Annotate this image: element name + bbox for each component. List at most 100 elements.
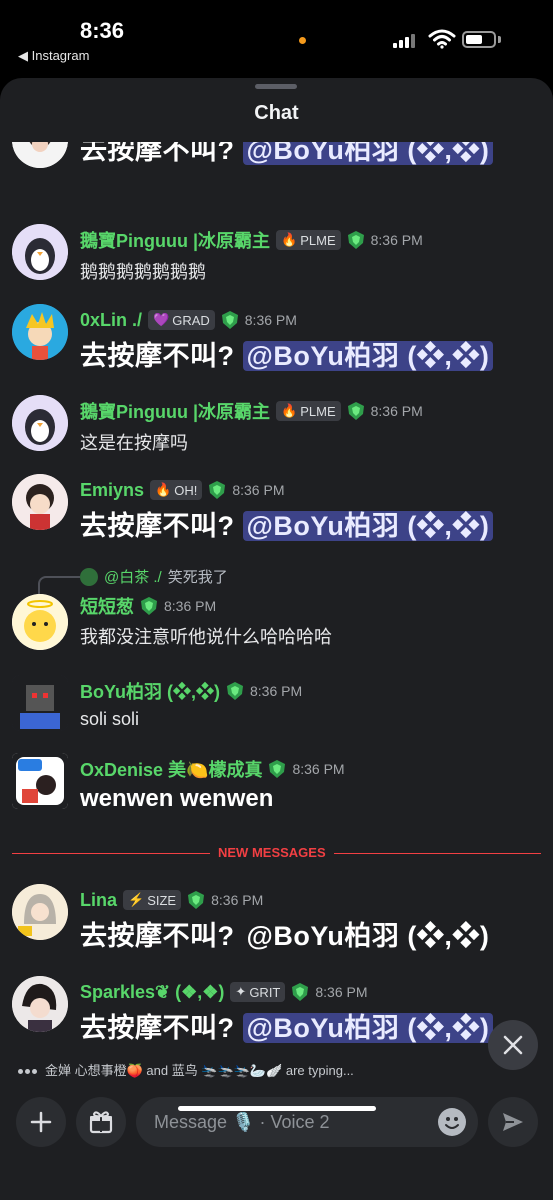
username[interactable]: BoYu柏羽 (❖,❖)	[80, 678, 220, 704]
timestamp: 8:36 PM	[211, 892, 264, 908]
message-header: 鵝寶Pinguuu |冰原霸主 🔥 PLME 8:36 PM	[80, 399, 423, 423]
guild-tag[interactable]: 🔥 PLME	[276, 230, 341, 250]
reply-preview[interactable]: @白茶 ./ 笑死我了	[80, 566, 228, 587]
user-mention[interactable]: @BoYu柏羽 (❖,❖)	[243, 921, 494, 951]
gift-button[interactable]	[76, 1097, 126, 1147]
message-header: OxDenise 美🍋檬成真 8:36 PM	[80, 757, 345, 781]
timestamp: 8:36 PM	[244, 312, 297, 328]
add-attachment-button[interactable]	[16, 1097, 66, 1147]
message-header: 短短葱 8:36 PM	[80, 594, 216, 618]
tag-label: PLME	[300, 232, 336, 248]
privacy-indicator-dot	[299, 37, 306, 44]
message-header: 鵝寶Pinguuu |冰原霸主 🔥 PLME 8:36 PM	[80, 228, 423, 252]
username[interactable]: 鵝寶Pinguuu |冰原霸主	[80, 227, 270, 253]
plus-icon	[30, 1111, 52, 1133]
avatar[interactable]	[12, 224, 68, 280]
cellular-signal-icon	[393, 32, 421, 48]
message-item[interactable]: Sparkles❦ (❖,❖) ✦ GRIT 8:36 PM 去按摩不叫? @Bo…	[0, 976, 553, 1048]
message-text: 这是在按摩吗	[80, 433, 188, 453]
back-to-app-link[interactable]: ◀ Instagram	[18, 48, 89, 64]
username[interactable]: Emiyns	[80, 480, 144, 501]
username[interactable]: OxDenise 美🍋檬成真	[80, 756, 262, 782]
user-mention[interactable]: @BoYu柏羽 (❖,❖)	[242, 341, 494, 371]
send-icon	[503, 1113, 523, 1131]
message-placeholder: Message 🎙️ · Voice 2	[154, 1111, 330, 1132]
close-icon	[503, 1035, 523, 1055]
message-text: 去按摩不叫? @BoYu柏羽 (❖,❖)	[80, 1006, 494, 1045]
guild-tag[interactable]: ✦ GRIT	[230, 982, 286, 1002]
username[interactable]: Lina	[80, 890, 117, 911]
avatar[interactable]	[12, 474, 68, 530]
typing-dots-icon	[18, 1062, 39, 1077]
message-header: BoYu柏羽 (❖,❖) 8:36 PM	[80, 679, 302, 703]
avatar[interactable]	[12, 594, 68, 650]
emoji-button[interactable]	[438, 1108, 466, 1136]
message-item[interactable]: 0xLin ./ 💜 GRAD 8:36 PM 去按摩不叫? @BoYu柏羽 (❖…	[0, 304, 553, 376]
avatar[interactable]	[12, 304, 68, 360]
timestamp: 8:36 PM	[292, 761, 345, 777]
reply-text: 笑死我了	[167, 569, 228, 586]
avatar[interactable]	[12, 395, 68, 451]
tag-icon: 🔥	[155, 482, 172, 497]
message-item[interactable]: 鵝寶Pinguuu |冰原霸主 🔥 PLME 8:36 PM 鹅鹅鹅鹅鹅鹅鹅	[0, 224, 553, 288]
timestamp: 8:36 PM	[315, 984, 368, 1000]
sheet-grabber[interactable]	[255, 84, 297, 89]
username[interactable]: 0xLin ./	[80, 310, 142, 331]
badge-shield-icon	[209, 481, 226, 499]
badge-shield-icon	[347, 231, 364, 249]
username[interactable]: 鵝寶Pinguuu |冰原霸主	[80, 398, 270, 424]
message-header: 0xLin ./ 💜 GRAD 8:36 PM	[80, 308, 297, 332]
badge-shield-icon	[141, 597, 157, 615]
timestamp: 8:36 PM	[164, 598, 217, 614]
guild-tag[interactable]: 🔥 OH!	[150, 480, 203, 500]
guild-tag[interactable]: ⚡ SIZE	[123, 890, 182, 910]
new-messages-label: NEW MESSAGES	[210, 845, 334, 860]
message-item[interactable]: 去按摩不叫? @BoYu柏羽 (❖,❖)	[0, 142, 553, 182]
chat-sheet: Chat 去按摩不叫? @BoYu柏羽 (❖,❖) 鵝寶Pinguuu |冰原霸…	[0, 78, 553, 1200]
avatar[interactable]	[12, 753, 68, 809]
home-indicator[interactable]	[178, 1106, 376, 1111]
avatar[interactable]	[12, 884, 68, 940]
message-item[interactable]: Emiyns 🔥 OH! 8:36 PM 去按摩不叫? @BoYu柏羽 (❖,❖)	[0, 474, 553, 546]
message-input[interactable]: Message 🎙️ · Voice 2	[136, 1097, 478, 1147]
timestamp: 8:36 PM	[370, 232, 423, 248]
message-list[interactable]: 去按摩不叫? @BoYu柏羽 (❖,❖) 鵝寶Pinguuu |冰原霸主 🔥 PL…	[0, 142, 553, 1062]
message-item[interactable]: BoYu柏羽 (❖,❖) 8:36 PM soli soli	[0, 675, 553, 739]
battery-icon	[462, 31, 496, 48]
tag-label: GRAD	[172, 312, 210, 328]
badge-shield-icon	[227, 682, 243, 700]
message-item[interactable]: @白茶 ./ 笑死我了 短短葱 8:36 PM 我都没注意听他说什么哈哈哈哈	[0, 562, 553, 652]
username[interactable]: Sparkles❦ (❖,❖)	[80, 982, 224, 1003]
timestamp: 8:36 PM	[250, 683, 303, 699]
guild-tag[interactable]: 🔥 PLME	[276, 401, 341, 421]
message-item[interactable]: OxDenise 美🍋檬成真 8:36 PM wenwen wenwen	[0, 753, 553, 817]
message-item[interactable]: 鵝寶Pinguuu |冰原霸主 🔥 PLME 8:36 PM 这是在按摩吗	[0, 395, 553, 459]
message-header: Sparkles❦ (❖,❖) ✦ GRIT 8:36 PM	[80, 980, 368, 1004]
sheet-title: Chat	[254, 102, 299, 124]
message-text: 鹅鹅鹅鹅鹅鹅鹅	[80, 262, 206, 282]
message-header: Lina ⚡ SIZE 8:36 PM	[80, 888, 263, 912]
badge-shield-icon	[269, 760, 286, 778]
message-text: 我都没注意听他说什么哈哈哈哈	[80, 627, 332, 647]
message-text: soli soli	[80, 709, 140, 729]
tag-icon: 🔥	[281, 403, 298, 418]
guild-tag[interactable]: 💜 GRAD	[148, 310, 215, 330]
message-item[interactable]: Lina ⚡ SIZE 8:36 PM 去按摩不叫? @BoYu柏羽 (❖,❖)	[0, 884, 553, 956]
user-mention[interactable]: @BoYu柏羽 (❖,❖)	[242, 1013, 494, 1043]
reply-avatar	[80, 567, 98, 586]
tag-icon: ⚡	[128, 892, 145, 907]
tag-icon: 💜	[153, 312, 170, 327]
avatar[interactable]	[12, 142, 68, 168]
avatar[interactable]	[12, 976, 68, 1032]
close-button[interactable]	[488, 1020, 538, 1070]
send-button[interactable]	[488, 1097, 538, 1147]
message-text: wenwen wenwen	[80, 785, 274, 812]
user-mention[interactable]: @BoYu柏羽 (❖,❖)	[242, 142, 494, 165]
user-mention[interactable]: @BoYu柏羽 (❖,❖)	[242, 511, 494, 541]
wifi-icon	[428, 29, 456, 49]
message-text: 去按摩不叫? @BoYu柏羽 (❖,❖)	[80, 334, 494, 373]
avatar[interactable]	[12, 675, 68, 731]
tag-label: GRIT	[249, 984, 281, 1000]
username[interactable]: 短短葱	[80, 593, 134, 619]
typing-text: 金婵 心想事橙🍑 and 蓝鸟 🛬🛬🛬🦢🪽 are typing...	[45, 1063, 354, 1078]
